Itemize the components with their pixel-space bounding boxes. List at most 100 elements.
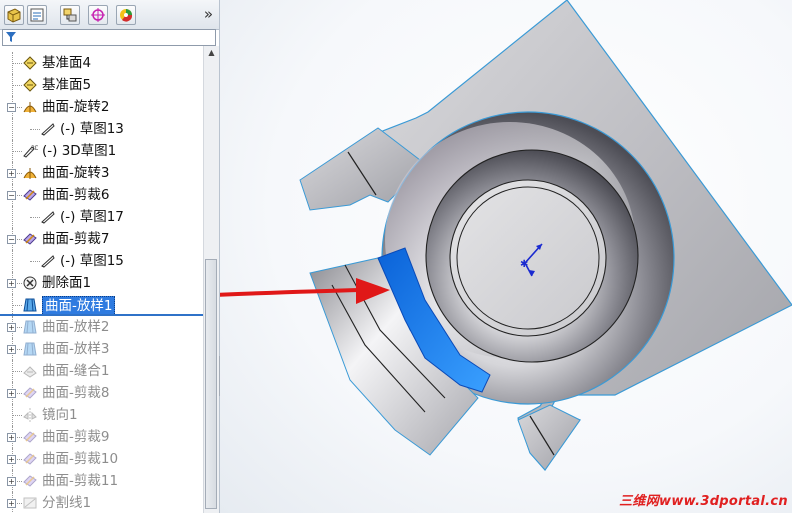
surface-trim-icon (22, 231, 38, 247)
tree-item-label: 曲面-缝合1 (42, 363, 110, 379)
expand-icon[interactable]: + (7, 323, 16, 332)
tree-item-label: 分割线1 (42, 495, 92, 511)
surface-trim-icon (22, 429, 38, 445)
tree-item-label: 曲面-旋转3 (42, 165, 110, 181)
surface-trim-icon (22, 187, 38, 203)
tree-item[interactable]: + 曲面-放样3 (0, 338, 203, 360)
surface-knit-icon (22, 363, 38, 379)
tree-item[interactable]: 基准面5 (0, 74, 203, 96)
sketch-icon (40, 209, 56, 225)
tree-connector (30, 217, 40, 218)
tree-connector (12, 305, 22, 306)
tree-connector (12, 360, 13, 382)
tree-connector (30, 129, 40, 130)
tree-connector (12, 63, 22, 64)
surface-loft-icon (22, 341, 38, 357)
tree-connector (12, 74, 13, 96)
surface-loft-icon (22, 319, 38, 335)
tree-item[interactable]: + 曲面-放样2 (0, 316, 203, 338)
sketch-icon (40, 253, 56, 269)
expand-icon[interactable]: + (7, 477, 16, 486)
tree-item[interactable]: 镜向1 (0, 404, 203, 426)
dimxpert-tab[interactable] (88, 5, 108, 25)
rollback-bar[interactable] (0, 314, 203, 316)
surface-trim-icon (22, 473, 38, 489)
tree-connector (12, 206, 13, 228)
tree-connector (12, 250, 13, 272)
tree-item[interactable]: − 曲面-剪裁7 (0, 228, 203, 250)
expand-icon[interactable]: + (7, 455, 16, 464)
tree-item[interactable]: − 曲面-剪裁6 (0, 184, 203, 206)
svg-text:✱: ✱ (520, 259, 528, 270)
configuration-manager-tab[interactable] (60, 5, 80, 25)
delete-face-icon (22, 275, 38, 291)
display-manager-tab-icon (120, 9, 133, 22)
tree-item[interactable]: + 删除面1 (0, 272, 203, 294)
tree-item-label: 曲面-放样3 (42, 341, 110, 357)
tree-item[interactable]: 3D (-) 3D草图1 (0, 140, 203, 162)
property-manager-tab-icon (30, 8, 44, 22)
model-view: ✱ (134, 0, 792, 471)
filter-icon (6, 32, 16, 42)
property-manager-tab[interactable] (27, 5, 47, 25)
display-manager-tab[interactable] (116, 5, 136, 25)
watermark: 三维网www.3dportal.cn (619, 494, 788, 509)
feature-manager-panel: » 基准面4 基准面5 − 曲面-旋转2 (-) 草图13 3D (-) 3D草图1 + 曲面-… (0, 0, 220, 513)
sketch-icon (40, 121, 56, 137)
tree-connector (12, 118, 13, 140)
tree-item[interactable]: + 分割线1 (0, 492, 203, 513)
expand-icon[interactable]: + (7, 389, 16, 398)
split-line-icon (22, 495, 38, 511)
tree-item-label: 曲面-剪裁8 (42, 385, 110, 401)
configuration-manager-tab-icon (63, 8, 77, 22)
scroll-up-arrow-icon[interactable]: ▲ (204, 46, 219, 60)
tree-item-label: 删除面1 (42, 275, 92, 291)
collapse-icon[interactable]: − (7, 103, 16, 112)
graphics-viewport[interactable]: ✱ 三维网www.3dportal.cn (134, 0, 792, 513)
scroll-thumb[interactable] (205, 259, 217, 509)
collapse-icon[interactable]: − (7, 191, 16, 200)
tree-item[interactable]: (-) 草图17 (0, 206, 203, 228)
tree-item[interactable]: (-) 草图13 (0, 118, 203, 140)
tree-item[interactable]: + 曲面-剪裁11 (0, 470, 203, 492)
tree-item[interactable]: 曲面-放样1 (0, 294, 203, 316)
svg-text:3D: 3D (31, 145, 38, 152)
tree-item[interactable]: 基准面4 (0, 52, 203, 74)
tree-item-label: (-) 草图17 (60, 209, 124, 225)
tree-item-label: 基准面4 (42, 55, 92, 71)
tree-connector (30, 261, 40, 262)
tree-item-label: (-) 3D草图1 (42, 143, 117, 159)
tree-item-label: 曲面-剪裁6 (42, 187, 110, 203)
tree-scrollbar[interactable]: ▲ (203, 46, 219, 513)
tree-item[interactable]: + 曲面-旋转3 (0, 162, 203, 184)
tree-item[interactable]: + 曲面-剪裁10 (0, 448, 203, 470)
surface-revolve-icon (22, 99, 38, 115)
tree-connector (12, 140, 13, 162)
tree-connector (12, 85, 22, 86)
tree-connector (12, 151, 22, 152)
tree-item[interactable]: + 曲面-剪裁9 (0, 426, 203, 448)
panel-tab-bar: » (0, 0, 219, 30)
tree-item-label: 镜向1 (42, 407, 78, 423)
dimxpert-tab-icon (91, 8, 105, 22)
mirror-icon (22, 407, 38, 423)
tree-item[interactable]: 曲面-缝合1 (0, 360, 203, 382)
tree-item[interactable]: − 曲面-旋转2 (0, 96, 203, 118)
collapse-icon[interactable]: − (7, 235, 16, 244)
tree-item[interactable]: (-) 草图15 (0, 250, 203, 272)
expand-icon[interactable]: + (7, 279, 16, 288)
tree-item[interactable]: + 曲面-剪裁8 (0, 382, 203, 404)
expand-icon[interactable]: + (7, 499, 16, 508)
surface-trim-icon (22, 385, 38, 401)
tree-item-label: 基准面5 (42, 77, 92, 93)
expand-icon[interactable]: + (7, 169, 16, 178)
panel-expand-button[interactable]: » (204, 5, 213, 23)
feature-manager-tab[interactable] (4, 5, 24, 25)
expand-icon[interactable]: + (7, 433, 16, 442)
tree-item-label: 曲面-剪裁7 (42, 231, 110, 247)
tree-connector (12, 52, 13, 74)
tree-item-label: (-) 草图13 (60, 121, 124, 137)
tree-filter-field[interactable] (2, 29, 216, 46)
tree-connector (12, 294, 13, 316)
expand-icon[interactable]: + (7, 345, 16, 354)
